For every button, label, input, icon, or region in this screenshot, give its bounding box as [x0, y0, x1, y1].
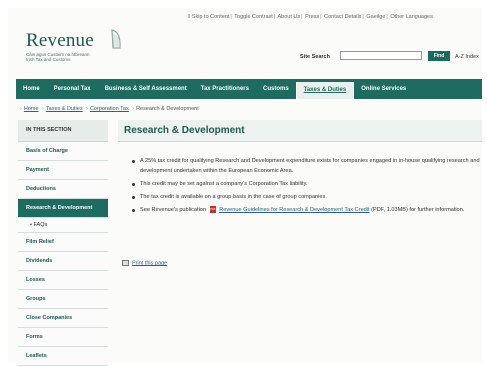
- sidebar-item-research-development[interactable]: Research & Development: [18, 199, 108, 218]
- publication-prefix: See Revenue's publication: [140, 207, 207, 213]
- top-link-separator: ‖: [188, 14, 191, 20]
- logo-subtitle-english: Irish Tax and Customs: [26, 57, 71, 62]
- nav-tax-practitioners[interactable]: Tax Practitioners: [194, 79, 256, 99]
- sidebar-item-leaflets[interactable]: Leaflets: [18, 347, 108, 366]
- breadcrumb-taxes-duties[interactable]: Taxes & Duties: [46, 106, 83, 112]
- main-content: Research & Development A 25% tax credit …: [118, 120, 482, 266]
- bullet-publication: See Revenue's publication PDF Revenue Gu…: [130, 205, 480, 215]
- breadcrumb-corporation-tax[interactable]: Corporation Tax: [90, 106, 129, 112]
- top-link-about-us[interactable]: About Us: [278, 14, 301, 20]
- printer-icon: [122, 260, 129, 266]
- logo-wordmark: Revenue: [26, 30, 94, 51]
- sidebar-subitem-faqs[interactable]: • FAQs: [18, 218, 108, 233]
- publication-suffix: (PDF, 1.03MB) for further information.: [371, 207, 465, 213]
- site-search-label: Site Search: [300, 54, 330, 60]
- top-link-contact-details[interactable]: Contact Details: [324, 14, 361, 20]
- breadcrumb-current: Research & Development: [136, 106, 199, 112]
- sidebar-item-dividends[interactable]: Dividends: [18, 252, 108, 271]
- harp-icon: [111, 29, 121, 49]
- sidebar-heading: IN THIS SECTION: [18, 120, 108, 142]
- print-page-link[interactable]: Print this page: [132, 260, 167, 266]
- section-sidebar: IN THIS SECTION Basis of Charge Payment …: [18, 120, 108, 366]
- nav-online-services[interactable]: Online Services: [354, 79, 413, 99]
- content-bullets: A 25% tax credit for qualifying Research…: [130, 156, 482, 215]
- print-page[interactable]: Print this page: [122, 260, 167, 266]
- bullet-corporation-tax-liability: This credit may be set against a company…: [130, 179, 480, 189]
- nav-home[interactable]: Home: [16, 79, 47, 99]
- nav-taxes-duties[interactable]: Taxes & Duties: [295, 82, 355, 99]
- page-title: Research & Development: [118, 120, 482, 142]
- bullet-tax-credit: A 25% tax credit for qualifying Research…: [130, 156, 480, 176]
- pdf-icon: PDF: [209, 206, 216, 214]
- top-link-press[interactable]: Press: [305, 14, 319, 20]
- sidebar-item-payment[interactable]: Payment: [18, 161, 108, 180]
- top-link-gaeilge[interactable]: Gaeilge: [366, 14, 385, 20]
- top-link-other-languages[interactable]: Other Languages: [390, 14, 433, 20]
- bullet-group-basis: The tax credit is available on a group b…: [130, 192, 480, 202]
- publication-link[interactable]: Revenue Guidelines for Research & Develo…: [219, 207, 369, 213]
- nav-personal-tax[interactable]: Personal Tax: [47, 79, 98, 99]
- main-nav: Home Personal Tax Business & Self Assess…: [16, 79, 482, 99]
- sidebar-item-close-companies[interactable]: Close Companies: [18, 309, 108, 328]
- az-index-link[interactable]: A-Z Index: [455, 54, 479, 60]
- sidebar-subitem-faqs-label: FAQs: [33, 222, 48, 228]
- top-link-toggle-contrast[interactable]: Toggle Contrast: [234, 14, 273, 20]
- nav-business-self-assessment[interactable]: Business & Self Assessment: [98, 79, 194, 99]
- sidebar-item-basis-of-charge[interactable]: Basis of Charge: [18, 142, 108, 161]
- site-search-input[interactable]: [340, 51, 422, 60]
- revenue-logo[interactable]: Revenue Cáin agus Custaim na hÉireann Ir…: [26, 29, 121, 62]
- sidebar-item-film-relief[interactable]: Film Relief: [18, 233, 108, 252]
- sidebar-item-forms[interactable]: Forms: [18, 328, 108, 347]
- top-link-skip-to-content[interactable]: Skip to Content: [192, 14, 230, 20]
- find-button[interactable]: Find: [428, 51, 450, 61]
- sidebar-item-losses[interactable]: Losses: [18, 271, 108, 290]
- sidebar-item-groups[interactable]: Groups: [18, 290, 108, 309]
- top-links: ‖ Skip to Content| Toggle Contrast| Abou…: [188, 14, 433, 20]
- breadcrumb: › Home › Taxes & Duties › Corporation Tax ›…: [20, 106, 199, 112]
- breadcrumb-home[interactable]: Home: [24, 106, 39, 112]
- nav-customs[interactable]: Customs: [256, 79, 296, 99]
- sidebar-item-deductions[interactable]: Deductions: [18, 180, 108, 199]
